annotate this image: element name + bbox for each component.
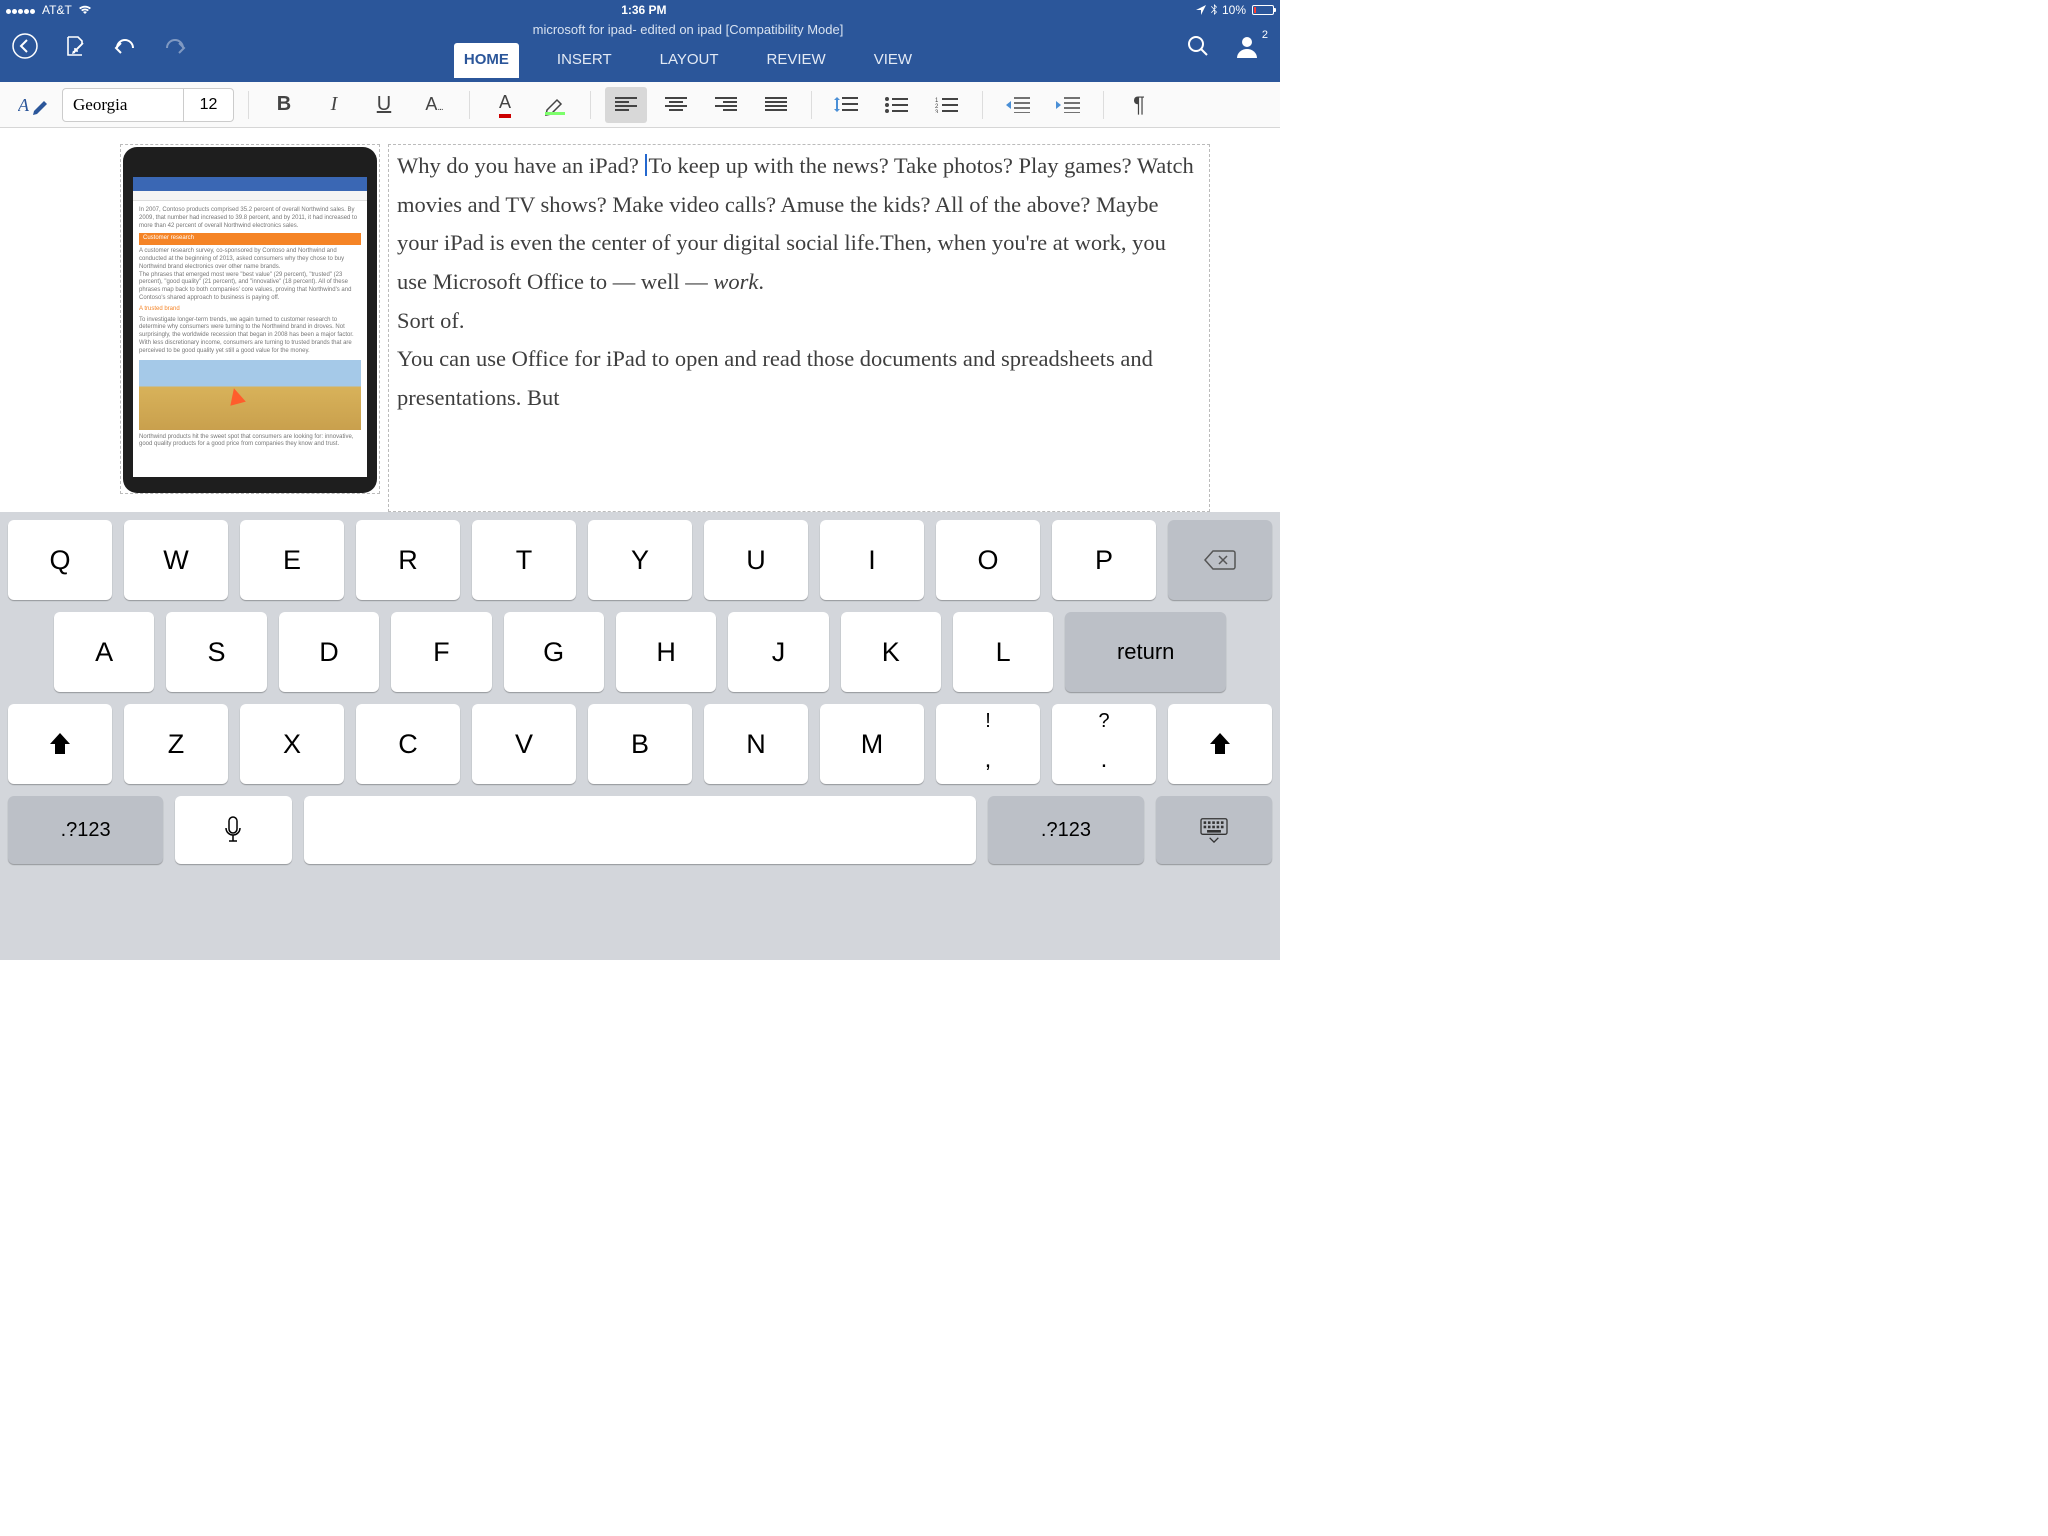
key-k[interactable]: K xyxy=(841,612,941,692)
show-marks-button[interactable]: ¶ xyxy=(1118,87,1160,123)
status-bar: AT&T 1:36 PM 10% xyxy=(0,0,1280,20)
font-picker[interactable]: Georgia 12 xyxy=(62,88,234,122)
file-button[interactable] xyxy=(60,31,90,61)
key-shift-left[interactable] xyxy=(8,704,112,784)
key-numbers-right[interactable]: .?123 xyxy=(988,796,1143,864)
bold-button[interactable]: B xyxy=(263,87,305,123)
key-e[interactable]: E xyxy=(240,520,344,600)
tab-home[interactable]: HOME xyxy=(454,43,519,78)
key-q[interactable]: Q xyxy=(8,520,112,600)
carrier-label: AT&T xyxy=(42,3,72,17)
back-button[interactable] xyxy=(10,31,40,61)
status-time: 1:36 PM xyxy=(92,3,1196,17)
keyboard-row-3: Z X C V B N M ! , ? . xyxy=(4,704,1276,784)
line-spacing-button[interactable] xyxy=(826,87,868,123)
key-shift-right[interactable] xyxy=(1168,704,1272,784)
battery-pct: 10% xyxy=(1222,3,1246,17)
key-g[interactable]: G xyxy=(504,612,604,692)
key-l[interactable]: L xyxy=(953,612,1053,692)
signal-icon xyxy=(6,3,36,17)
keyboard-row-4: .?123 .?123 xyxy=(4,796,1276,864)
key-numbers-left[interactable]: .?123 xyxy=(8,796,163,864)
keyboard-row-1: Q W E R T Y U I O P xyxy=(4,520,1276,600)
document-title: microsoft for ipad- edited on ipad [Comp… xyxy=(533,20,844,37)
keyboard-row-2: A S D F G H J K L return xyxy=(4,612,1276,692)
key-i[interactable]: I xyxy=(820,520,924,600)
tab-insert[interactable]: INSERT xyxy=(547,43,622,78)
undo-button[interactable] xyxy=(110,31,140,61)
key-space[interactable] xyxy=(304,796,977,864)
highlight-button[interactable] xyxy=(534,87,576,123)
key-period[interactable]: ? . xyxy=(1052,704,1156,784)
key-a[interactable]: A xyxy=(54,612,154,692)
key-d[interactable]: D xyxy=(279,612,379,692)
decrease-indent-button[interactable] xyxy=(997,87,1039,123)
italic-button[interactable]: I xyxy=(313,87,355,123)
wifi-icon xyxy=(78,5,92,15)
app-header: microsoft for ipad- edited on ipad [Comp… xyxy=(0,20,1280,82)
tab-view[interactable]: VIEW xyxy=(864,43,922,78)
key-t[interactable]: T xyxy=(472,520,576,600)
key-s[interactable]: S xyxy=(166,612,266,692)
font-name[interactable]: Georgia xyxy=(63,89,183,121)
tab-review[interactable]: REVIEW xyxy=(757,43,836,78)
key-c[interactable]: C xyxy=(356,704,460,784)
numbered-list-button[interactable]: 123 xyxy=(926,87,968,123)
search-button[interactable] xyxy=(1186,34,1210,58)
key-m[interactable]: M xyxy=(820,704,924,784)
key-z[interactable]: Z xyxy=(124,704,228,784)
increase-indent-button[interactable] xyxy=(1047,87,1089,123)
key-b[interactable]: B xyxy=(588,704,692,784)
key-backspace[interactable] xyxy=(1168,520,1272,600)
bullet-list-button[interactable] xyxy=(876,87,918,123)
battery-icon xyxy=(1252,5,1274,15)
ribbon-tabs: HOME INSERT LAYOUT REVIEW VIEW xyxy=(454,43,922,78)
key-y[interactable]: Y xyxy=(588,520,692,600)
key-u[interactable]: U xyxy=(704,520,808,600)
key-h[interactable]: H xyxy=(616,612,716,692)
align-center-button[interactable] xyxy=(655,87,697,123)
onscreen-keyboard: Q W E R T Y U I O P A S D F G H J K L re… xyxy=(0,512,1280,960)
account-badge: 2 xyxy=(1262,29,1268,41)
redo-button[interactable] xyxy=(160,31,190,61)
key-p[interactable]: P xyxy=(1052,520,1156,600)
align-left-button[interactable] xyxy=(605,87,647,123)
svg-text:A: A xyxy=(18,95,30,115)
key-o[interactable]: O xyxy=(936,520,1040,600)
font-color-button[interactable]: A xyxy=(484,87,526,123)
more-formatting-button[interactable]: A... xyxy=(413,87,455,123)
key-dictation[interactable] xyxy=(175,796,291,864)
key-w[interactable]: W xyxy=(124,520,228,600)
document-text[interactable]: Why do you have an iPad? To keep up with… xyxy=(388,144,1210,512)
account-button[interactable]: 2 xyxy=(1234,33,1260,59)
tab-layout[interactable]: LAYOUT xyxy=(650,43,729,78)
key-comma[interactable]: ! , xyxy=(936,704,1040,784)
text-styles-button[interactable]: A xyxy=(12,87,54,123)
key-return[interactable]: return xyxy=(1065,612,1226,692)
font-size[interactable]: 12 xyxy=(183,89,233,121)
formatting-toolbar: A Georgia 12 B I U A... A 123 ¶ xyxy=(0,82,1280,128)
align-right-button[interactable] xyxy=(705,87,747,123)
key-r[interactable]: R xyxy=(356,520,460,600)
key-x[interactable]: X xyxy=(240,704,344,784)
location-icon xyxy=(1196,5,1206,15)
align-justify-button[interactable] xyxy=(755,87,797,123)
key-v[interactable]: V xyxy=(472,704,576,784)
key-j[interactable]: J xyxy=(728,612,828,692)
underline-button[interactable]: U xyxy=(363,87,405,123)
key-hide-keyboard[interactable] xyxy=(1156,796,1272,864)
key-f[interactable]: F xyxy=(391,612,491,692)
bluetooth-icon xyxy=(1210,4,1218,16)
document-image[interactable]: In 2007, Contoso products comprised 35.2… xyxy=(120,144,380,494)
key-n[interactable]: N xyxy=(704,704,808,784)
svg-text:3: 3 xyxy=(935,110,939,113)
document-canvas[interactable]: In 2007, Contoso products comprised 35.2… xyxy=(0,128,1280,512)
